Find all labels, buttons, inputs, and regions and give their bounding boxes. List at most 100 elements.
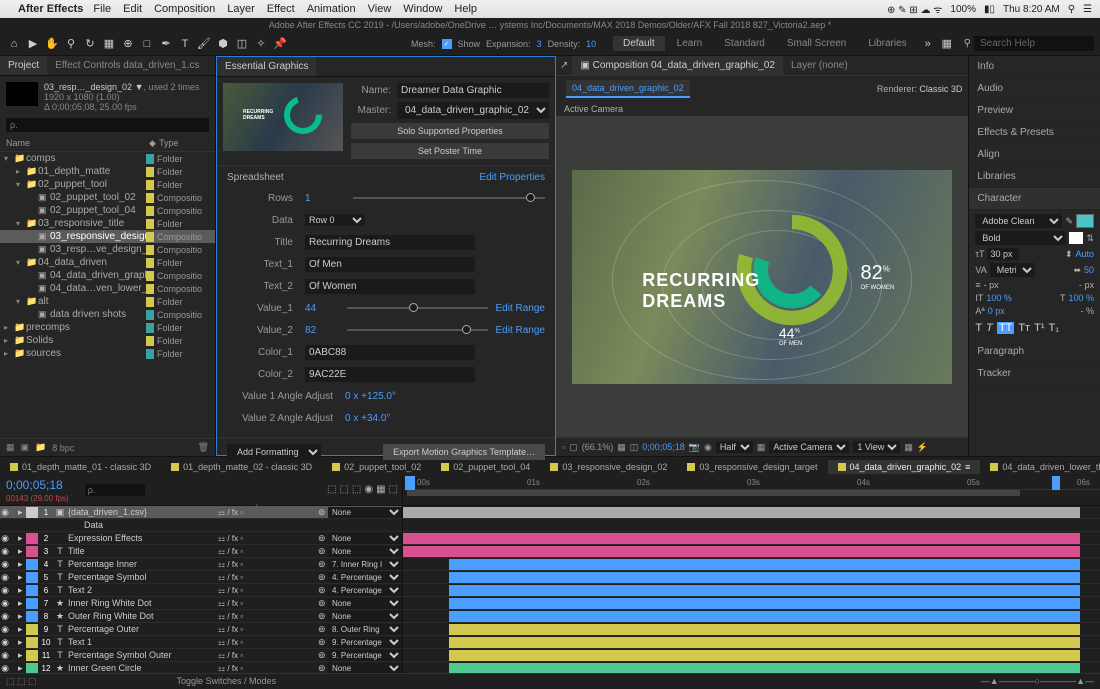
workspace-libraries[interactable]: Libraries (858, 36, 916, 51)
channel-icon[interactable]: ◉ (704, 442, 712, 453)
zoom-fit-icon[interactable]: ▢ (569, 442, 578, 453)
shy-icon[interactable]: ⬚ (327, 484, 336, 495)
rotate-tool-icon[interactable]: ↻ (82, 36, 98, 52)
project-item[interactable]: ▣03_responsive_design_02Compositio (0, 230, 215, 243)
edit-range-link[interactable]: Edit Range (496, 303, 545, 314)
italic-button[interactable]: T (986, 322, 993, 334)
angle2-value[interactable]: 0 x +34.0° (345, 413, 390, 424)
eg-value[interactable]: 44 (305, 303, 339, 314)
timeline-tab[interactable]: 02_puppet_tool_02 (322, 460, 431, 474)
camera-select[interactable]: Active Camera (769, 441, 849, 453)
layer-bar[interactable] (449, 650, 1081, 661)
col-name[interactable]: Name (6, 138, 149, 149)
font-size-input[interactable] (987, 248, 1019, 260)
workspace-settings-icon[interactable]: ▦ (939, 36, 955, 52)
shape-tool-icon[interactable]: □ (139, 36, 155, 52)
menu-help[interactable]: Help (454, 3, 477, 15)
eyedropper-icon[interactable]: ✎ (1065, 216, 1073, 227)
brush-tool-icon[interactable]: 🖌 (196, 36, 212, 52)
grid-icon[interactable]: ▦ (617, 442, 626, 453)
stroke-color-swatch[interactable] (1069, 232, 1083, 244)
comp-tab[interactable]: ▣ Composition 04_data_driven_graphic_02 (572, 56, 783, 75)
menu-file[interactable]: File (93, 3, 111, 15)
timeline-tab[interactable]: 04_data_driven_lower_third (980, 460, 1100, 474)
zoom-tool-icon[interactable]: ⚲ (63, 36, 79, 52)
eg-master-select[interactable]: 04_data_driven_graphic_02 (397, 102, 549, 119)
eg-field-text_2[interactable]: Of Women (305, 279, 475, 294)
project-item[interactable]: ▣02_puppet_tool_04Compositio (0, 204, 215, 217)
mask-icon[interactable]: ◫ (630, 442, 639, 453)
text-tool-icon[interactable]: T (177, 36, 193, 52)
hand-tool-icon[interactable]: ✋ (44, 36, 60, 52)
tab-preview[interactable]: Preview (969, 100, 1100, 122)
eg-color[interactable]: 9AC22E (305, 367, 475, 382)
project-search-input[interactable] (6, 118, 209, 132)
home-icon[interactable]: ⌂ (6, 36, 22, 52)
allcaps-button[interactable]: TT (997, 322, 1014, 334)
layer-bar[interactable] (403, 546, 1080, 557)
new-folder-icon[interactable]: 📁 (35, 442, 46, 453)
timeline-layer-row[interactable]: ◉▸7★Inner Ring White Dot⚏ / fx ▫⊚None (0, 597, 402, 610)
playhead[interactable] (405, 476, 415, 490)
resolution-select[interactable]: Half (716, 441, 753, 453)
roi-icon[interactable]: ▦ (757, 442, 766, 453)
project-item[interactable]: ▾📁02_puppet_toolFolder (0, 178, 215, 191)
font-family-select[interactable]: Adobe Clean (975, 214, 1062, 228)
work-area-bar[interactable] (407, 490, 1020, 496)
menu-composition[interactable]: Composition (154, 3, 215, 15)
fast-preview-icon[interactable]: ⚡ (917, 442, 928, 453)
set-poster-time-button[interactable]: Set Poster Time (351, 143, 549, 159)
selection-tool-icon[interactable]: ▶ (25, 36, 41, 52)
menu-edit[interactable]: Edit (123, 3, 142, 15)
timeline-toggle-icon[interactable]: ⬚ ⬚ ⬚ (6, 676, 37, 687)
puppet-tool-icon[interactable]: 📌 (272, 36, 288, 52)
eraser-tool-icon[interactable]: ◫ (234, 36, 250, 52)
zoom-value[interactable]: (66.1%) (582, 442, 614, 452)
project-item[interactable]: ▸📁SolidsFolder (0, 334, 215, 347)
superscript-button[interactable]: T¹ (1034, 322, 1044, 334)
layer-bar[interactable] (403, 533, 1080, 544)
project-item[interactable]: ▸📁precompsFolder (0, 321, 215, 334)
timeline-tab[interactable]: 03_responsive_design_target (677, 460, 827, 474)
eg-field-text_1[interactable]: Of Men (305, 257, 475, 272)
timeline-layer-row[interactable]: ◉▸2Expression Effects⚏ / fx ▫⊚None (0, 532, 402, 545)
project-item[interactable]: ▣02_puppet_tool_02Compositio (0, 191, 215, 204)
tab-audio[interactable]: Audio (969, 78, 1100, 100)
roto-tool-icon[interactable]: ✧ (253, 36, 269, 52)
pan-behind-tool-icon[interactable]: ⊕ (120, 36, 136, 52)
edit-properties-link[interactable]: Edit Properties (479, 172, 545, 183)
app-name[interactable]: After Effects (18, 3, 83, 15)
project-item[interactable]: ▣04_data…ven_lower_thirdsCompositio (0, 282, 215, 295)
workspace-small-screen[interactable]: Small Screen (777, 36, 856, 51)
tracking-value[interactable]: 50 (1084, 265, 1094, 275)
zoom-out-icon[interactable]: ▫ (562, 442, 565, 452)
timeline-layer-row[interactable]: ◉▸1▣{data_driven_1.csv}⚏ / fx ▫⊚None (0, 506, 402, 519)
tab-effects---presets[interactable]: Effects & Presets (969, 122, 1100, 144)
timeline-tab[interactable]: 02_puppet_tool_04 (431, 460, 540, 474)
timeline-layer-row[interactable]: ◉▸3TTitle⚏ / fx ▫⊚None (0, 545, 402, 558)
project-item[interactable]: ▣data driven shotsCompositio (0, 308, 215, 321)
current-time[interactable]: 0;00;05;18 (0, 476, 75, 494)
project-item[interactable]: ▾📁compsFolder (0, 152, 215, 165)
graph-editor-icon[interactable]: ▦ (376, 484, 385, 495)
timeline-tab[interactable]: 04_data_driven_graphic_02 ≡ (828, 460, 981, 474)
spotlight-icon[interactable]: ⚲ (1068, 4, 1075, 15)
workspace-standard[interactable]: Standard (714, 36, 775, 51)
subscript-button[interactable]: T₁ (1048, 322, 1058, 334)
timeline-layer-row[interactable]: ◉▸5TPercentage Symbol⚏ / fx ▫⊚4. Percent… (0, 571, 402, 584)
layer-bar[interactable] (449, 663, 1081, 673)
timeline-layer-row[interactable]: ◉▸8★Outer Ring White Dot⚏ / fx ▫⊚None (0, 610, 402, 623)
camera-tool-icon[interactable]: ▦ (101, 36, 117, 52)
timeline-layer-row[interactable]: ◉▸12★Inner Green Circle⚏ / fx ▫⊚None (0, 662, 402, 673)
pixel-aspect-icon[interactable]: ▦ (904, 442, 913, 453)
tab-essential-graphics[interactable]: Essential Graphics (217, 57, 316, 76)
tab-tracker[interactable]: Tracker (969, 363, 1100, 385)
layer-search-input[interactable] (85, 484, 145, 496)
timeline-layer-row[interactable]: ◉▸6TText 2⚏ / fx ▫⊚4. Percentage (0, 584, 402, 597)
workspace-learn[interactable]: Learn (667, 36, 713, 51)
timeline-layer-row[interactable]: ◉▸10TText 1⚏ / fx ▫⊚9. Percentage (0, 636, 402, 649)
search-help-input[interactable]: Search Help (974, 36, 1094, 51)
timeline-layer-row[interactable]: Data (0, 519, 402, 532)
tab-project[interactable]: Project (0, 56, 47, 75)
swap-colors-icon[interactable]: ⇅ (1086, 233, 1094, 244)
